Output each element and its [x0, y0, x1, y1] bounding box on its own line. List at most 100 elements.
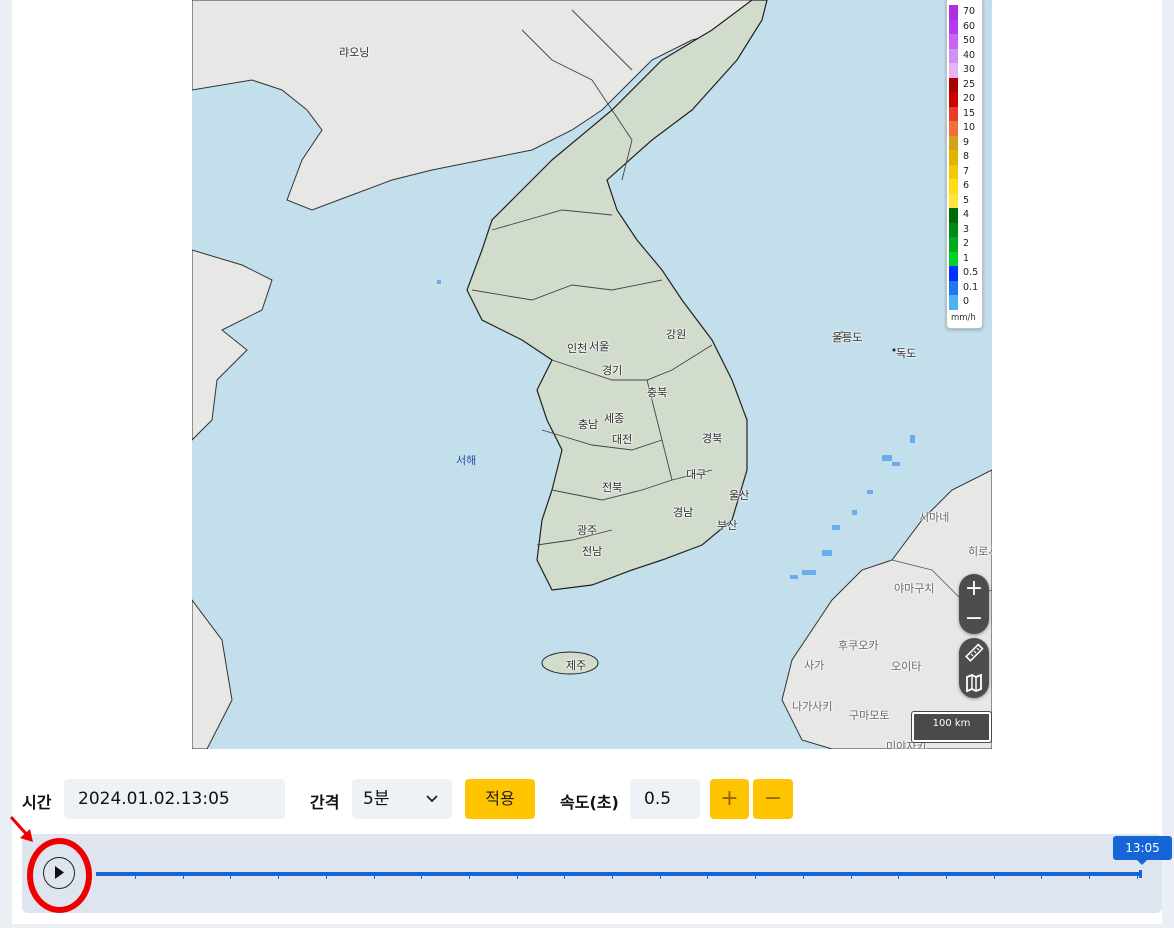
play-button[interactable] — [43, 857, 75, 889]
label-fukuoka: 후쿠오카 — [838, 639, 879, 652]
legend-swatch — [949, 280, 958, 295]
timeline-tick — [421, 876, 423, 879]
legend-value: 9 — [963, 136, 970, 148]
legend-swatch — [949, 150, 958, 165]
legend-swatch — [949, 251, 958, 266]
legend-item: 15 — [949, 106, 980, 121]
legend-value: 60 — [963, 20, 976, 32]
time-input[interactable]: 2024.01.02.13:05 — [64, 779, 285, 819]
legend-item: 4 — [949, 208, 980, 223]
label-jeju: 제주 — [566, 659, 587, 672]
timeline-tick — [850, 876, 852, 879]
time-label: 시간 — [22, 793, 52, 812]
timeline-tick — [898, 876, 900, 879]
label-liaoning: 랴오닝 — [339, 46, 370, 59]
label-gangwon: 강원 — [666, 328, 687, 341]
legend-swatch — [949, 77, 958, 92]
label-daejeon: 대전 — [612, 433, 633, 446]
tool-controls — [959, 638, 989, 698]
legend-item: 9 — [949, 135, 980, 150]
timeline-tick — [802, 876, 804, 879]
play-icon — [55, 866, 64, 879]
legend-item: 30 — [949, 63, 980, 78]
legend-value: 0.1 — [963, 281, 979, 293]
chevron-down-icon — [426, 795, 438, 803]
timeline-tick — [564, 876, 566, 879]
timeline-tick — [182, 876, 184, 879]
label-ulleungdo: 울릉도 — [832, 331, 863, 344]
timeline-tick — [1136, 876, 1138, 879]
timeline-tick — [1041, 876, 1043, 879]
legend-swatch — [949, 237, 958, 252]
legend-value: 0 — [963, 296, 970, 307]
legend-swatch — [949, 34, 958, 49]
speed-input[interactable]: 0.5 — [630, 779, 700, 819]
zoom-out-button[interactable]: − — [959, 604, 989, 634]
legend-value: 6 — [963, 180, 970, 191]
legend-swatch — [949, 106, 958, 121]
legend-item: 0.1 — [949, 280, 980, 295]
legend-item: 1 — [949, 251, 980, 266]
radar-map[interactable]: 랴오닝 강원 울릉도 독도 인천 서울 경기 충북 충남 세종 대전 경북 서해… — [192, 0, 992, 749]
map-layer-button[interactable] — [959, 668, 989, 698]
label-sejong: 세종 — [604, 412, 625, 425]
interval-select[interactable]: 5분 — [352, 779, 452, 819]
legend-swatch — [949, 179, 958, 194]
timeline-tick — [468, 876, 470, 879]
legend-item: 8 — [949, 150, 980, 165]
legend-swatch — [949, 48, 958, 63]
legend-swatch — [949, 92, 958, 107]
timeline-tick — [325, 876, 327, 879]
zoom-in-button[interactable]: + — [959, 574, 989, 604]
legend-swatch — [949, 222, 958, 237]
timeline-tick — [230, 876, 232, 879]
legend-value: 2 — [963, 238, 970, 249]
legend-item: 60 — [949, 19, 980, 34]
legend-value: 40 — [963, 49, 976, 61]
label-gyeongbuk: 경북 — [702, 432, 723, 445]
timeline-handle[interactable] — [1139, 870, 1142, 878]
apply-button[interactable]: 적용 — [465, 779, 535, 819]
legend-item: 0 — [949, 295, 980, 310]
label-saga: 사가 — [804, 659, 825, 672]
speed-plus-button[interactable]: + — [710, 779, 749, 819]
interval-label: 간격 — [310, 793, 340, 812]
legend-value: 30 — [963, 64, 976, 75]
label-daegu: 대구 — [686, 468, 707, 481]
label-seoul: 서울 — [589, 340, 610, 353]
timeline-track[interactable] — [96, 872, 1142, 876]
legend-swatch — [949, 208, 958, 223]
legend-item: 10 — [949, 121, 980, 136]
timeline-tick — [993, 876, 995, 879]
ruler-button[interactable] — [959, 638, 989, 668]
label-gyeonggi: 경기 — [602, 364, 623, 377]
arrow-annotation — [9, 815, 33, 842]
legend-value: 3 — [963, 223, 970, 235]
legend-value: 15 — [963, 107, 976, 119]
legend-value: 10 — [963, 122, 976, 133]
legend-swatch — [949, 63, 958, 78]
legend-item: 2 — [949, 237, 980, 252]
label-jeonnam: 전남 — [582, 545, 603, 558]
label-jeonbuk: 전북 — [602, 481, 623, 494]
label-gwangju: 광주 — [577, 524, 598, 537]
legend-value: 25 — [963, 78, 976, 90]
timeline-tick — [1089, 876, 1090, 879]
label-west-sea: 서해 — [456, 454, 477, 467]
zoom-controls: + − — [959, 574, 989, 634]
speed-minus-button[interactable]: − — [753, 779, 793, 819]
timeline-tick — [659, 876, 661, 879]
speed-label: 속도(초) — [560, 793, 619, 812]
legend-value: 7 — [963, 165, 970, 177]
label-nagasaki: 나가사키 — [792, 700, 833, 713]
map-icon — [966, 673, 982, 693]
label-incheon: 인천 — [567, 342, 588, 355]
legend-unit: mm/h — [951, 313, 976, 323]
legend-swatch — [949, 5, 958, 20]
legend-swatch — [949, 135, 958, 150]
legend-value: 1 — [963, 252, 970, 264]
legend-value: 4 — [963, 209, 970, 220]
legend-item: 6 — [949, 179, 980, 194]
label-ulsan: 울산 — [729, 489, 750, 502]
legend-item: 20 — [949, 92, 980, 107]
